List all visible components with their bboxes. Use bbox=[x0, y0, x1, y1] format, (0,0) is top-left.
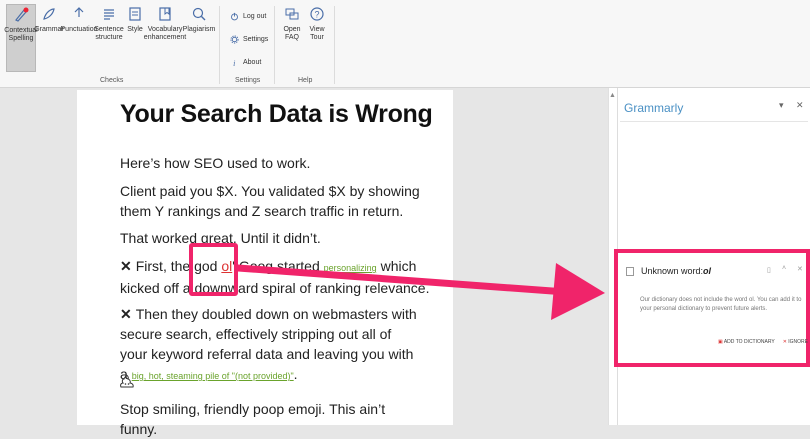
card-title: Unknown word: bbox=[641, 266, 704, 276]
style-icon bbox=[129, 7, 141, 21]
card-header: Unknown word: ol bbox=[626, 266, 711, 276]
punctuation-button[interactable]: Punctuation bbox=[60, 6, 98, 34]
error-highlight-box bbox=[189, 243, 238, 296]
settings-button[interactable]: Settings bbox=[230, 35, 268, 44]
grammar-icon bbox=[43, 8, 55, 20]
paragraph-3: That worked great. Until it didn’t. bbox=[120, 230, 321, 246]
punctuation-icon bbox=[74, 7, 84, 17]
card-actions: ▣ ADD TO DICTIONARY ✕ IGNORE bbox=[718, 339, 808, 345]
not-provided-link[interactable]: big, hot, steaming pile of "(not provide… bbox=[132, 371, 294, 381]
panel-menu-icon[interactable]: ▾ bbox=[779, 100, 784, 111]
paragraph-5: ✕ Then they doubled down on webmasters wi… bbox=[120, 304, 420, 386]
personalizing-link[interactable]: personalizing bbox=[324, 263, 377, 273]
logout-button[interactable]: Log out bbox=[230, 12, 266, 21]
contextual-spelling-icon bbox=[15, 7, 29, 22]
ignore-label: IGNORE bbox=[788, 339, 809, 345]
card-body: Our dictionary does not include the word… bbox=[640, 297, 802, 312]
settings-group-label: Settings bbox=[235, 77, 261, 84]
paragraph-1: Here’s how SEO used to work. bbox=[120, 155, 311, 171]
ribbon-separator bbox=[334, 6, 335, 84]
add-to-dictionary-label: ADD TO DICTIONARY bbox=[723, 339, 775, 345]
gear-icon bbox=[230, 35, 239, 44]
punctuation-label: Punctuation bbox=[60, 26, 98, 33]
svg-text:i: i bbox=[233, 59, 235, 67]
settings-label: Settings bbox=[243, 36, 269, 43]
sentence-structure-button[interactable]: Sentence structure bbox=[94, 6, 124, 42]
trash-icon[interactable]: ▯ bbox=[767, 266, 771, 274]
checks-group-label: Checks bbox=[100, 77, 124, 84]
vocabulary-enhancement-button[interactable]: Vocabulary enhancement bbox=[143, 6, 187, 42]
ribbon-separator bbox=[219, 6, 220, 84]
ignore-button[interactable]: ✕ IGNORE bbox=[783, 339, 808, 345]
view-tour-label: View Tour bbox=[309, 26, 325, 41]
text: which bbox=[376, 258, 417, 274]
logout-label: Log out bbox=[243, 13, 267, 20]
text: ' Goog started bbox=[232, 258, 324, 274]
grammar-label: Grammar bbox=[34, 26, 64, 33]
x-mark-icon: ✕ bbox=[120, 258, 132, 274]
poop-emoji-icon bbox=[120, 374, 134, 388]
ribbon-separator bbox=[274, 6, 275, 84]
grammarly-title: Grammarly bbox=[624, 101, 684, 115]
style-label: Style bbox=[127, 26, 143, 33]
sentence-structure-icon bbox=[104, 9, 114, 20]
add-to-dictionary-button[interactable]: ▣ ADD TO DICTIONARY bbox=[718, 339, 775, 345]
card-close-icon[interactable]: ✕ bbox=[797, 265, 803, 273]
document-icon bbox=[626, 266, 634, 276]
vocabulary-icon bbox=[159, 7, 171, 21]
text: . bbox=[293, 366, 298, 382]
x-mark-icon: ✕ bbox=[120, 306, 132, 322]
faq-icon bbox=[285, 8, 299, 20]
vocabulary-label: Vocabulary enhancement bbox=[143, 26, 187, 41]
text: kicked off a downward spiral of ranking … bbox=[120, 280, 430, 296]
panel-divider bbox=[620, 121, 808, 122]
open-faq-button[interactable]: Open FAQ bbox=[283, 6, 301, 42]
paragraph-4: ✕ First, the god ol' Goog started persona… bbox=[120, 256, 450, 298]
card-word: ol bbox=[703, 266, 712, 276]
style-button[interactable]: Style bbox=[125, 6, 145, 34]
view-tour-button[interactable]: ? View Tour bbox=[308, 6, 326, 42]
contextual-spelling-button[interactable]: Contextual Spelling bbox=[4, 4, 38, 72]
svg-text:?: ? bbox=[315, 10, 320, 20]
plagiarism-icon bbox=[192, 7, 206, 21]
grammar-button[interactable]: Grammar bbox=[34, 6, 64, 34]
sentence-structure-label: Sentence structure bbox=[94, 26, 124, 41]
power-icon bbox=[231, 12, 238, 21]
paragraph-2: Client paid you $X. You validated $X by … bbox=[120, 183, 420, 219]
document-title: Your Search Data is Wrong bbox=[120, 100, 433, 128]
card-collapse-icon[interactable]: ˄ bbox=[782, 265, 786, 272]
scroll-up-icon[interactable]: ▲ bbox=[609, 92, 616, 99]
panel-close-icon[interactable]: ✕ bbox=[796, 100, 804, 111]
about-button[interactable]: i About bbox=[230, 58, 261, 67]
plagiarism-button[interactable]: Plagiarism bbox=[182, 6, 216, 34]
help-icon: ? bbox=[310, 7, 324, 21]
about-label: About bbox=[243, 59, 262, 66]
paragraph-6: Stop smiling, friendly poop emoji. This … bbox=[120, 401, 386, 437]
open-faq-label: Open FAQ bbox=[283, 26, 301, 41]
plagiarism-label: Plagiarism bbox=[182, 26, 216, 33]
help-group-label: Help bbox=[298, 77, 313, 84]
info-icon: i bbox=[233, 59, 235, 67]
contextual-spelling-label: Contextual Spelling bbox=[4, 27, 38, 42]
